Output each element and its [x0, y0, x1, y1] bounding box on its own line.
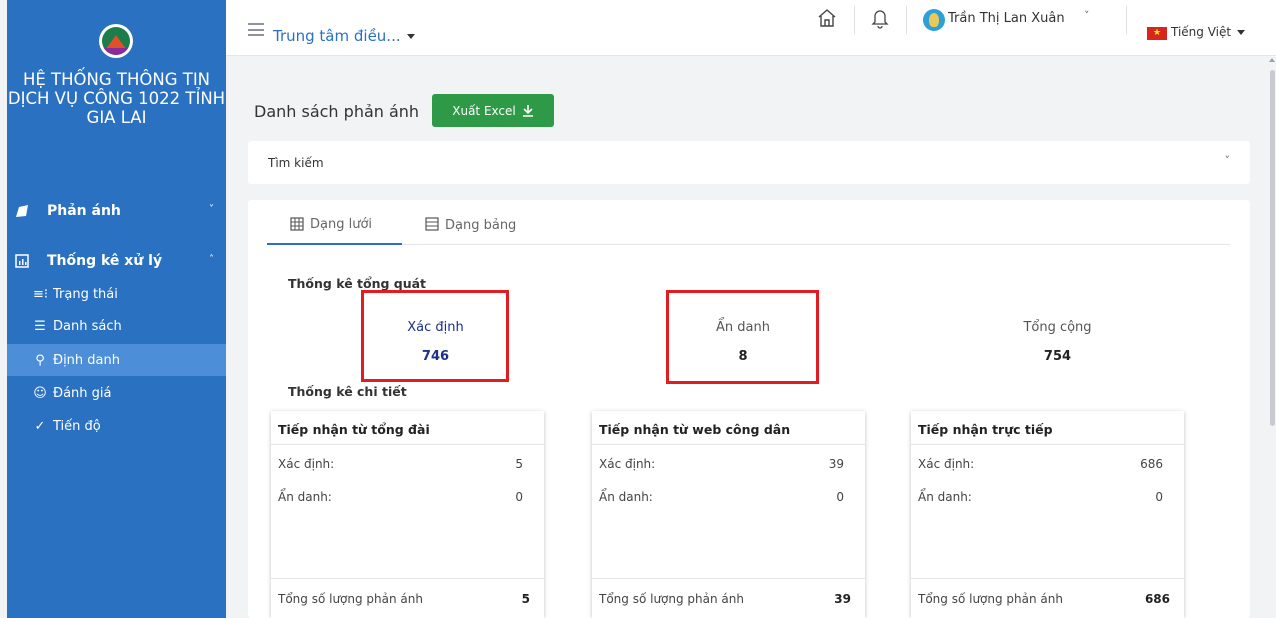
grid-icon [290, 217, 304, 231]
card-title: Tiếp nhận từ web công dân [592, 411, 865, 445]
scroll-up-arrow-icon[interactable] [1269, 58, 1275, 62]
total-label: Tổng số lượng phản ánh [599, 592, 744, 606]
tab-dang-bang[interactable]: Dạng bảng [402, 205, 532, 245]
export-button-label: Xuất Excel [452, 103, 516, 118]
sidebar-item-trang-thai[interactable]: ≡⁝ Trạng thái [7, 278, 226, 310]
divider [1126, 6, 1127, 34]
divider [906, 6, 907, 34]
stat-value: 754 [1043, 349, 1072, 364]
card-web-cong-dan: Tiếp nhận từ web công dân Xác định: 39 Ẩ… [592, 411, 865, 618]
card-row-anonymous: Ẩn danh: 0 [278, 490, 537, 504]
center-selector[interactable]: Trung tâm điều... [273, 27, 415, 45]
view-tabs: Dạng lưới Dạng bảng [267, 205, 1230, 245]
export-excel-button[interactable]: Xuất Excel [432, 94, 554, 127]
total-value: 686 [1144, 592, 1170, 606]
scrollbar-thumb[interactable] [1270, 70, 1275, 426]
caret-down-icon [406, 34, 415, 39]
card-footer: Tổng số lượng phản ánh 686 [911, 578, 1184, 618]
province-logo [99, 24, 133, 58]
sidebar-item-label: Tiến độ [53, 418, 101, 434]
user-name[interactable]: Trần Thị Lan Xuân [948, 11, 1065, 26]
avatar[interactable] [923, 9, 945, 31]
sidebar: HỆ THỐNG THÔNG TIN DỊCH VỤ CÔNG 1022 TỈN… [7, 0, 226, 618]
bell-icon[interactable] [871, 7, 889, 29]
sidebar-item-label: Danh sách [53, 318, 122, 334]
center-title: Trung tâm điều... [273, 27, 401, 45]
row-label: Ẩn danh: [278, 490, 332, 504]
sidebar-item-danh-sach[interactable]: ☰ Danh sách [7, 310, 226, 342]
row-value: 0 [836, 490, 844, 504]
stat-total: Tổng cộng 754 [985, 320, 1130, 364]
sidebar-item-danh-gia[interactable]: ☺ Đánh giá [7, 377, 226, 409]
sidebar-group-thong-ke[interactable]: Thống kê xử lý ˄ [7, 245, 226, 277]
card-truc-tiep: Tiếp nhận trực tiếp Xác định: 686 Ẩn dan… [911, 411, 1184, 618]
row-value: 5 [515, 457, 523, 471]
chevron-up-icon: ˄ [209, 254, 214, 265]
sidebar-item-label: Định danh [53, 352, 120, 368]
card-row-identified: Xác định: 686 [918, 457, 1177, 471]
highlight-box [361, 290, 509, 382]
chart-icon [15, 254, 29, 268]
card-row-anonymous: Ẩn danh: 0 [599, 490, 858, 504]
sidebar-item-label: Trạng thái [53, 286, 118, 302]
system-title: HỆ THỐNG THÔNG TIN DỊCH VỤ CÔNG 1022 TỈN… [7, 70, 226, 127]
smiley-icon: ☺ [33, 385, 47, 401]
page-title: Danh sách phản ánh [254, 102, 420, 121]
tab-label: Dạng bảng [445, 217, 517, 233]
list-status-icon: ≡⁝ [33, 286, 49, 302]
card-row-anonymous: Ẩn danh: 0 [918, 490, 1177, 504]
card-row-identified: Xác định: 5 [278, 457, 537, 471]
row-label: Xác định: [918, 457, 975, 471]
divider [854, 6, 855, 34]
stat-label: Tổng cộng [1023, 320, 1092, 335]
row-value: 0 [515, 490, 523, 504]
row-label: Ẩn danh: [918, 490, 972, 504]
chevron-down-icon: ˅ [209, 204, 214, 215]
row-label: Xác định: [599, 457, 656, 471]
total-value: 39 [834, 592, 851, 606]
row-value: 39 [828, 457, 844, 471]
highlight-box [666, 290, 819, 384]
list-icon: ☰ [34, 318, 46, 334]
home-icon[interactable] [816, 7, 838, 29]
search-panel[interactable]: Tìm kiếm ˅ [248, 141, 1250, 184]
row-label: Ẩn danh: [599, 490, 653, 504]
sidebar-group-phan-anh[interactable]: Phản ánh ˅ [7, 195, 226, 227]
row-value: 686 [1140, 457, 1163, 471]
user-check-icon: ⚲ [35, 352, 45, 368]
total-label: Tổng số lượng phản ánh [278, 592, 423, 606]
tab-dang-luoi[interactable]: Dạng lưới [267, 205, 402, 245]
row-value: 0 [1155, 490, 1163, 504]
detail-title: Thống kê chi tiết [288, 384, 407, 399]
sidebar-item-tien-do[interactable]: ✓ Tiến độ [7, 410, 226, 442]
card-title: Tiếp nhận từ tổng đài [271, 411, 544, 445]
vietnam-flag-icon: ★ [1147, 27, 1167, 40]
total-label: Tổng số lượng phản ánh [918, 592, 1063, 606]
caret-down-icon [1237, 30, 1246, 35]
search-label: Tìm kiếm [268, 156, 324, 170]
download-icon [522, 104, 533, 117]
sidebar-item-label: Đánh giá [53, 385, 112, 401]
chevron-down-icon[interactable]: ˅ [1084, 9, 1090, 22]
sidebar-group-label: Phản ánh [47, 203, 121, 219]
check-circle-icon: ✓ [34, 418, 46, 434]
card-tong-dai: Tiếp nhận từ tổng đài Xác định: 5 Ẩn dan… [271, 411, 544, 618]
language-selector[interactable]: Tiếng Việt [1171, 25, 1246, 39]
language-label: Tiếng Việt [1171, 25, 1232, 39]
hamburger-menu-icon[interactable] [248, 23, 264, 36]
feedback-icon [16, 205, 28, 217]
summary-title: Thống kê tổng quát [288, 276, 427, 291]
sidebar-group-label: Thống kê xử lý [47, 253, 163, 269]
chevron-down-icon[interactable]: ˅ [1225, 154, 1231, 167]
top-bar: Trung tâm điều... Trần Thị Lan Xuân ˅ ★ … [226, 0, 1276, 56]
card-row-identified: Xác định: 39 [599, 457, 858, 471]
sidebar-item-dinh-danh[interactable]: ⚲ Định danh [7, 344, 226, 376]
card-footer: Tổng số lượng phản ánh 5 [271, 578, 544, 618]
card-title: Tiếp nhận trực tiếp [911, 411, 1184, 445]
row-label: Xác định: [278, 457, 335, 471]
tab-label: Dạng lưới [310, 216, 373, 232]
total-value: 5 [521, 592, 530, 606]
card-footer: Tổng số lượng phản ánh 39 [592, 578, 865, 618]
table-icon [425, 217, 439, 231]
